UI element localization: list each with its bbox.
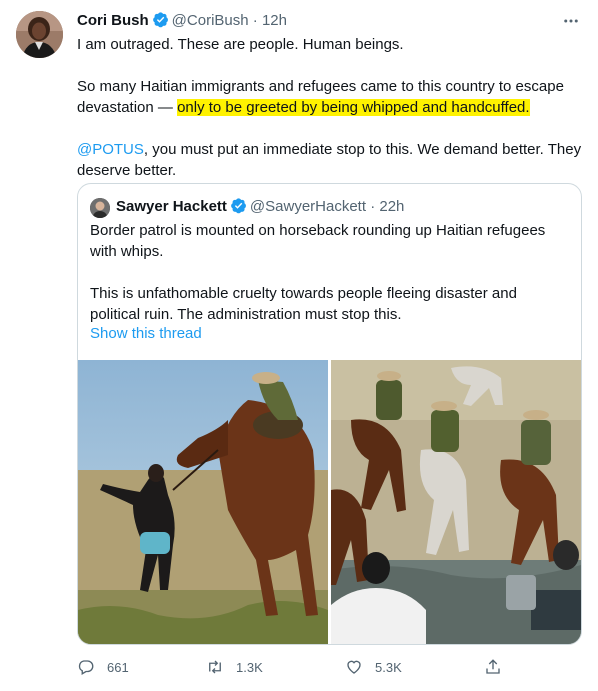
author-handle[interactable]: @CoriBush (172, 12, 249, 29)
retweet-button[interactable]: 1.3K (206, 656, 263, 678)
quote-header: Sawyer Hackett @SawyerHackett · 22h (116, 196, 404, 218)
tweet-paragraph3-text: , you must put an immediate stop to this… (77, 141, 582, 179)
tweet-actions: 661 1.3K 5.3K (77, 656, 582, 678)
separator-dot: · (252, 12, 258, 29)
quote-paragraph1: Border patrol is mounted on horseback ro… (90, 222, 546, 260)
retweet-icon (209, 660, 221, 674)
quoted-tweet[interactable]: Sawyer Hackett @SawyerHackett · 22h Borde… (77, 183, 582, 645)
tweet-header: Cori Bush @CoriBush · 12h (77, 10, 582, 32)
tweet-line1: I am outraged. These are people. Human b… (77, 36, 404, 53)
more-icon[interactable] (562, 12, 580, 30)
highlighted-text: only to be greeted by being whipped and … (177, 99, 530, 116)
tweet-time[interactable]: 12h (262, 12, 287, 29)
quote-text: Border patrol is mounted on horseback ro… (90, 220, 560, 325)
reply-count: 661 (107, 659, 129, 675)
quote-author-avatar[interactable] (90, 198, 110, 218)
quote-paragraph2: This is unfathomable cruelty towards peo… (90, 285, 517, 323)
share-button[interactable] (484, 656, 502, 678)
tweet[interactable]: Cori Bush @CoriBush · 12h I am outraged. … (0, 0, 598, 691)
media-image-left[interactable] (78, 360, 328, 644)
tweet-paragraph2: So many Haitian immigrants and refugees … (77, 76, 582, 118)
media-image-right[interactable] (331, 360, 581, 644)
like-icon (347, 660, 361, 674)
mention-link[interactable]: @POTUS (77, 141, 144, 158)
show-thread-link[interactable]: Show this thread (90, 324, 202, 344)
share-icon (486, 659, 500, 674)
separator-dot: · (370, 198, 376, 215)
verified-badge-icon (231, 198, 246, 214)
like-count: 5.3K (375, 659, 402, 675)
quote-media (78, 360, 581, 644)
tweet-paragraph3: @POTUS, you must put an immediate stop t… (77, 139, 582, 181)
author-name[interactable]: Cori Bush (77, 12, 149, 29)
quote-author-name[interactable]: Sawyer Hackett (116, 198, 227, 215)
like-button[interactable]: 5.3K (345, 656, 402, 678)
verified-badge-icon (152, 12, 168, 28)
quote-author-handle: @SawyerHackett (249, 198, 367, 215)
author-avatar[interactable] (16, 11, 63, 58)
reply-icon (78, 660, 94, 675)
quote-time: 22h (379, 198, 405, 215)
tweet-text: I am outraged. These are people. Human b… (77, 34, 582, 181)
reply-button[interactable]: 661 (77, 656, 129, 678)
retweet-count: 1.3K (236, 659, 263, 675)
